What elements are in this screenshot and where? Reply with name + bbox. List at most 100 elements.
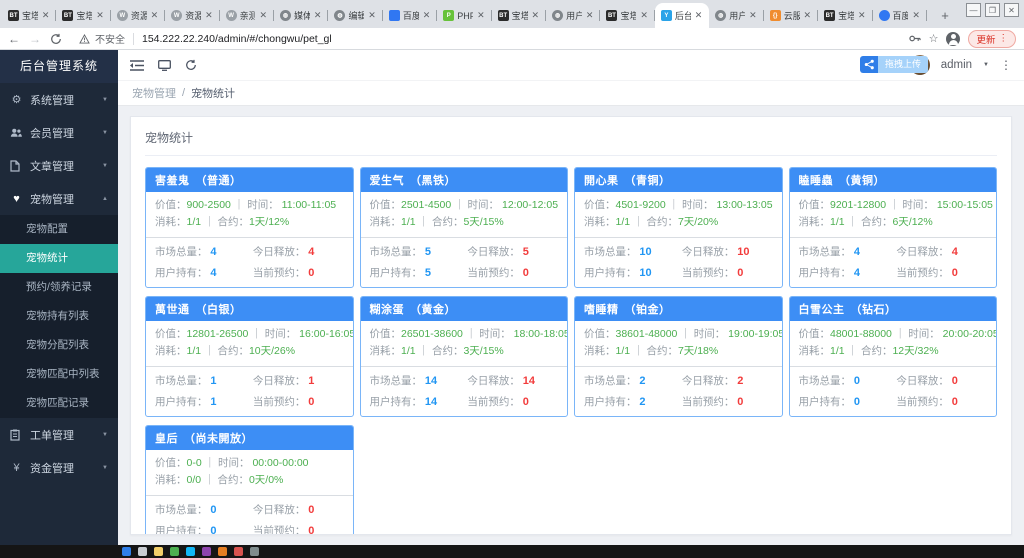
minimize-icon[interactable]: — bbox=[966, 3, 981, 17]
stat: 用户持有： 1 bbox=[155, 394, 253, 409]
browser-tab[interactable]: PPHP:✕ bbox=[437, 3, 491, 28]
tab-close-icon[interactable]: ✕ bbox=[748, 10, 758, 21]
pet-card-info: 价值：900-2500 ｜ 时间： 11:00-11:05消耗：1/1 ｜ 合约… bbox=[146, 192, 353, 238]
money-icon: ¥ bbox=[10, 462, 23, 474]
tab-close-icon[interactable]: ✕ bbox=[639, 10, 649, 21]
browser-tab[interactable]: 百度:✕ bbox=[383, 3, 437, 28]
document-icon bbox=[10, 160, 23, 172]
stat: 今日释放： 10 bbox=[682, 244, 773, 259]
tab-close-icon[interactable]: ✕ bbox=[694, 10, 704, 21]
sidebar-subitem[interactable]: 宠物持有列表 bbox=[0, 302, 118, 331]
content-area: 宠物统计 害羞鬼 （普通）价值：900-2500 ｜ 时间： 11:00-11:… bbox=[118, 106, 1024, 545]
update-button[interactable]: 更新 ⋮ bbox=[968, 30, 1016, 48]
stat: 当前预领： 0 bbox=[682, 286, 773, 288]
tab-close-icon[interactable]: ✕ bbox=[367, 10, 377, 21]
browser-tab[interactable]: ◍编辑:✕ bbox=[328, 3, 382, 28]
editor-icon[interactable] bbox=[202, 547, 211, 556]
chevron-down-icon[interactable]: ▼ bbox=[983, 62, 989, 68]
browser-tab[interactable]: {}云服务✕ bbox=[764, 3, 818, 28]
security-chip[interactable]: 不安全 154.222.22.240/admin/#/chongwu/pet_g… bbox=[79, 31, 332, 46]
browser-tab[interactable]: ◍用户:✕ bbox=[546, 3, 600, 28]
sidebar-subitem[interactable]: 预约/领养记录 bbox=[0, 273, 118, 302]
sidebar-subitem[interactable]: 宠物统计 bbox=[0, 244, 118, 273]
browser-tab[interactable]: BT宝塔L✕ bbox=[818, 3, 872, 28]
tab-favicon: W bbox=[226, 10, 237, 21]
sidebar-item-articles[interactable]: 文章管理 ▼ bbox=[0, 149, 118, 182]
reload-icon[interactable] bbox=[50, 33, 62, 45]
forward-icon[interactable]: → bbox=[29, 33, 41, 45]
browser-tab[interactable]: 百度-✕ bbox=[873, 3, 927, 28]
browser-tab[interactable]: W亲测:✕ bbox=[220, 3, 274, 28]
stat: 等待匹配： 0 bbox=[370, 286, 468, 288]
password-key-icon[interactable] bbox=[908, 32, 921, 45]
stat: 等待匹配： 0 bbox=[155, 286, 253, 288]
new-tab-button[interactable]: + bbox=[933, 4, 957, 26]
panel-title: 宠物统计 bbox=[145, 127, 997, 156]
bookmark-star-icon[interactable]: ☆ bbox=[929, 32, 939, 45]
messenger-icon[interactable] bbox=[186, 547, 195, 556]
browser-tab[interactable]: W资源:✕ bbox=[111, 3, 165, 28]
browser-tab[interactable]: BT宝塔L✕ bbox=[56, 3, 110, 28]
tab-close-icon[interactable]: ✕ bbox=[313, 10, 323, 21]
tab-close-icon[interactable]: ✕ bbox=[803, 10, 813, 21]
refresh-page-icon[interactable] bbox=[185, 59, 197, 71]
pet-card-info: 价值：4501-9200 ｜ 时间： 13:00-13:05消耗：1/1 ｜ 合… bbox=[575, 192, 782, 238]
sidebar-item-funds[interactable]: ¥ 资金管理 ▼ bbox=[0, 451, 118, 484]
browser-tab[interactable]: BT宝塔L✕ bbox=[600, 3, 654, 28]
terminal-icon[interactable] bbox=[218, 547, 227, 556]
pet-card-header: 瞌睡蟲 （黄铜） bbox=[790, 168, 997, 192]
share-upload-widget[interactable]: 拖拽上传 bbox=[860, 56, 928, 73]
tab-close-icon[interactable]: ✕ bbox=[585, 10, 595, 21]
chrome-icon[interactable] bbox=[170, 547, 179, 556]
sidebar-item-pets[interactable]: ♥ 宠物管理 ▲ bbox=[0, 182, 118, 215]
restore-icon[interactable]: ❐ bbox=[985, 3, 1000, 17]
collapse-sidebar-icon[interactable] bbox=[130, 60, 144, 71]
pet-card: 白雪公主 （钻石）价值：48001-88000 ｜ 时间： 20:00-20:0… bbox=[789, 296, 998, 417]
url-text[interactable]: 154.222.22.240/admin/#/chongwu/pet_gl bbox=[142, 33, 332, 45]
tab-close-icon[interactable]: ✕ bbox=[531, 10, 541, 21]
sidebar-subitem[interactable]: 宠物匹配记录 bbox=[0, 389, 118, 418]
stat: 用户持有： 4 bbox=[155, 265, 253, 280]
back-icon[interactable]: ← bbox=[8, 33, 20, 45]
pet-card: 瞌睡蟲 （黄铜）价值：9201-12800 ｜ 时间： 15:00-15:05消… bbox=[789, 167, 998, 288]
tab-close-icon[interactable]: ✕ bbox=[150, 10, 160, 21]
tab-close-icon[interactable]: ✕ bbox=[95, 10, 105, 21]
folder-icon[interactable] bbox=[154, 547, 163, 556]
browser-tab[interactable]: ◍媒体:✕ bbox=[274, 3, 328, 28]
pet-card: 爱生气 （黑铁）价值：2501-4500 ｜ 时间： 12:00-12:05消耗… bbox=[360, 167, 569, 288]
sidebar-item-system[interactable]: ⚙ 系统管理 ▼ bbox=[0, 83, 118, 116]
tab-favicon: BT bbox=[824, 10, 835, 21]
more-options-icon[interactable]: ⋮ bbox=[1000, 58, 1012, 72]
fullscreen-page-icon[interactable] bbox=[158, 60, 171, 71]
close-icon[interactable]: ✕ bbox=[1004, 3, 1019, 17]
tab-close-icon[interactable]: ✕ bbox=[911, 10, 921, 21]
browser-tab[interactable]: Y后台管理✕ bbox=[655, 3, 709, 28]
tab-close-icon[interactable]: ✕ bbox=[857, 10, 867, 21]
chevron-down-icon: ▼ bbox=[102, 465, 108, 471]
stat: 等待匹配： 0 bbox=[155, 415, 253, 417]
tab-close-icon[interactable]: ✕ bbox=[41, 10, 51, 21]
tab-close-icon[interactable]: ✕ bbox=[476, 10, 486, 21]
stat: 今日释放： 4 bbox=[896, 244, 987, 259]
stat: 市场总量： 0 bbox=[799, 373, 897, 388]
tab-close-icon[interactable]: ✕ bbox=[204, 10, 214, 21]
browser-tab[interactable]: ◍用户:✕ bbox=[709, 3, 763, 28]
notes-icon[interactable] bbox=[234, 547, 243, 556]
settings-icon[interactable] bbox=[250, 547, 259, 556]
sidebar-subitem[interactable]: 宠物分配列表 bbox=[0, 331, 118, 360]
browser-tab[interactable]: BT宝塔L✕ bbox=[492, 3, 546, 28]
breadcrumb-parent[interactable]: 宠物管理 bbox=[132, 85, 176, 101]
sidebar-item-members[interactable]: 会员管理 ▼ bbox=[0, 116, 118, 149]
username[interactable]: admin bbox=[941, 59, 972, 71]
browser-tab[interactable]: W资源:✕ bbox=[165, 3, 219, 28]
browser-profile-icon[interactable] bbox=[946, 32, 960, 46]
explorer-icon[interactable] bbox=[138, 547, 147, 556]
sidebar-subitem[interactable]: 宠物匹配中列表 bbox=[0, 360, 118, 389]
tab-close-icon[interactable]: ✕ bbox=[258, 10, 268, 21]
browser-tab[interactable]: BT宝塔L✕ bbox=[2, 3, 56, 28]
tab-close-icon[interactable]: ✕ bbox=[422, 10, 432, 21]
browser-icon[interactable] bbox=[122, 547, 131, 556]
sidebar-item-workorders[interactable]: 工单管理 ▼ bbox=[0, 418, 118, 451]
sidebar-subitem[interactable]: 宠物配置 bbox=[0, 215, 118, 244]
stat: 当前预领： 0 bbox=[253, 286, 344, 288]
